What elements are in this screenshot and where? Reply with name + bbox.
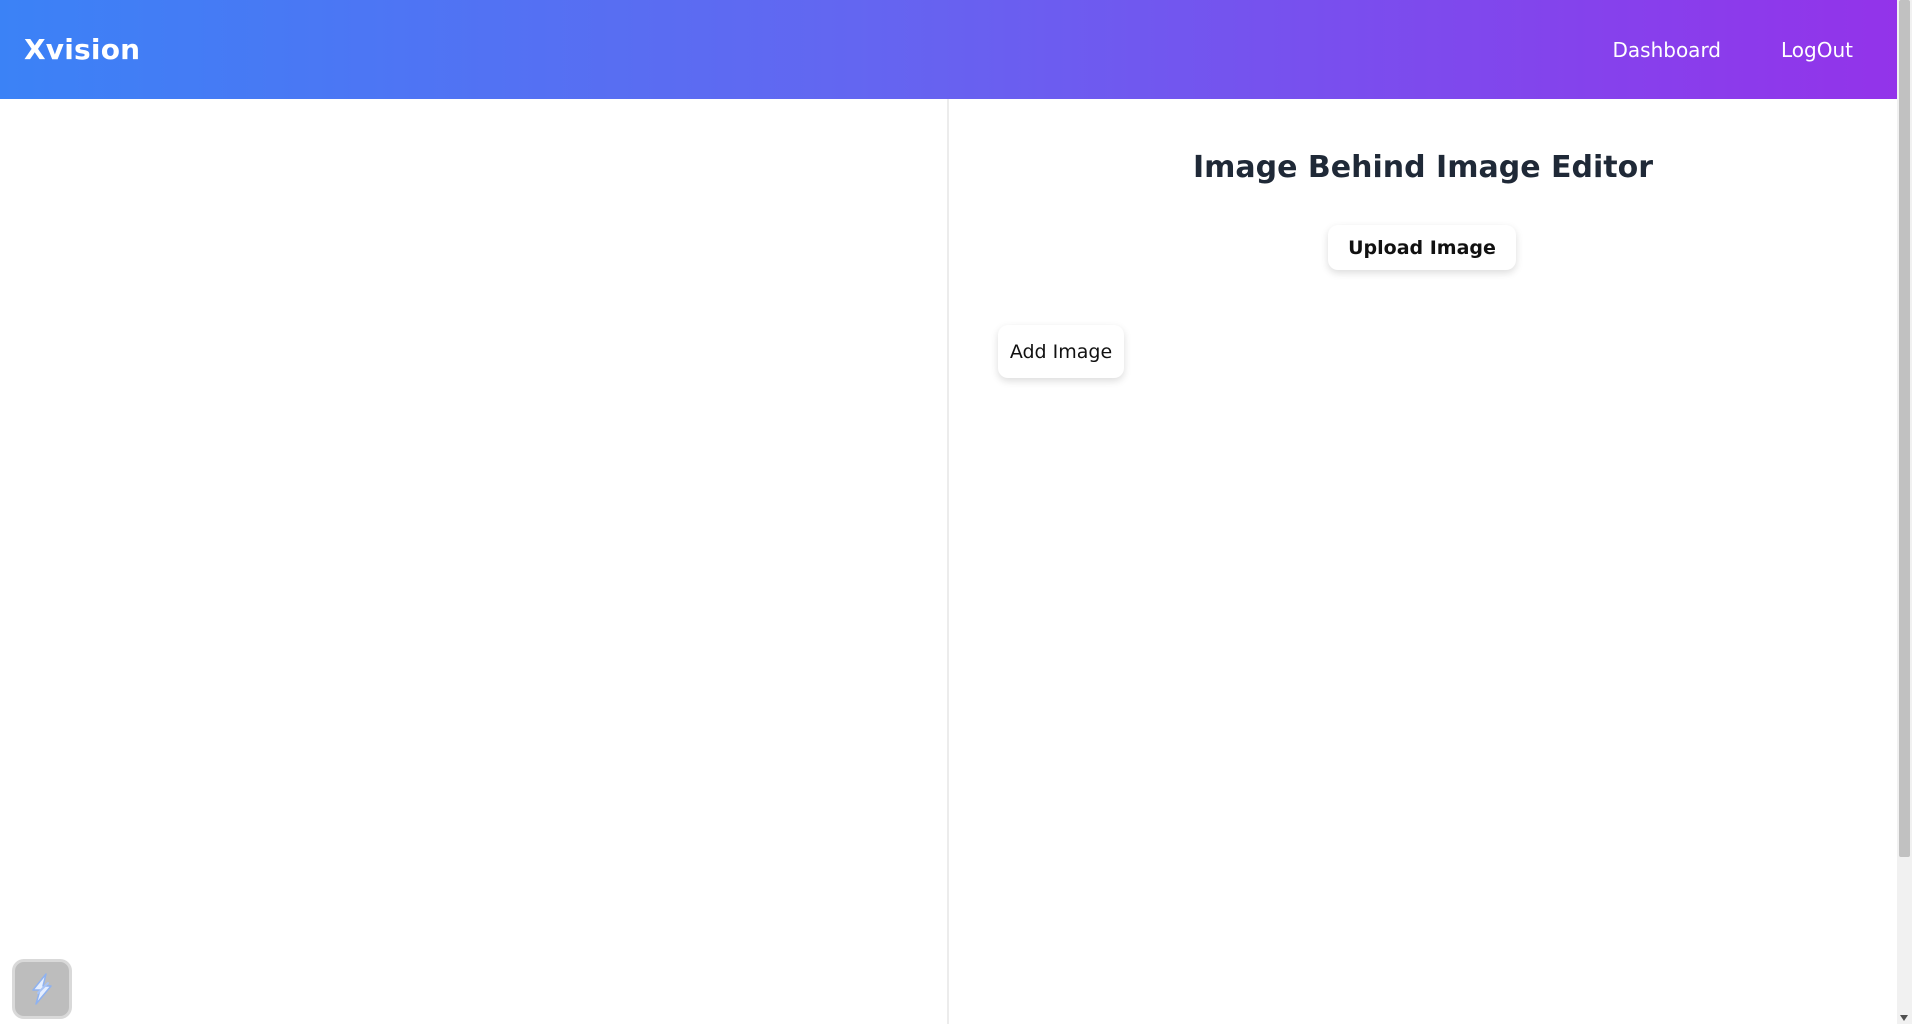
floating-extension-widget[interactable] (12, 959, 72, 1019)
main-content: Image Behind Image Editor Upload Image A… (0, 99, 1897, 1024)
nav-dashboard-link[interactable]: Dashboard (1613, 38, 1722, 62)
lightning-bolt-icon (32, 973, 52, 1005)
top-navbar: Xvision Dashboard LogOut (0, 0, 1897, 99)
image-preview-pane (0, 99, 949, 1024)
upload-image-button[interactable]: Upload Image (1328, 225, 1516, 270)
editor-title: Image Behind Image Editor (1193, 150, 1653, 185)
add-image-button[interactable]: Add Image (998, 325, 1124, 378)
nav-links: Dashboard LogOut (1613, 38, 1854, 62)
editor-panel: Image Behind Image Editor Upload Image A… (949, 99, 1897, 1024)
app-viewport: Xvision Dashboard LogOut Image Behind Im… (0, 0, 1897, 1024)
page-scrollbar[interactable] (1897, 0, 1912, 1024)
brand-logo[interactable]: Xvision (24, 33, 140, 66)
scrollbar-thumb[interactable] (1899, 0, 1910, 857)
nav-logout-link[interactable]: LogOut (1781, 38, 1853, 62)
scroll-down-arrow-icon[interactable] (1900, 1015, 1908, 1021)
